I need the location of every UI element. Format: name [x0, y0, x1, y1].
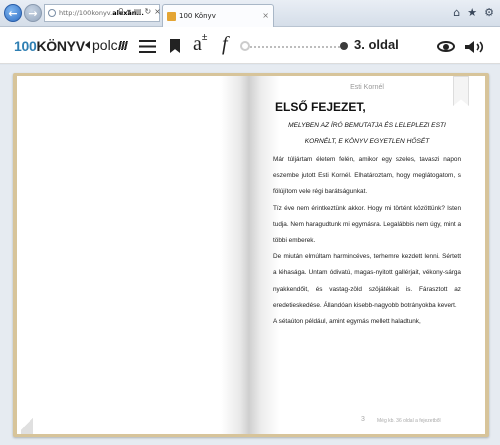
favorites-icon[interactable]: ★: [467, 6, 477, 19]
bookmark-icon[interactable]: [170, 39, 180, 53]
font-face-icon[interactable]: f: [222, 33, 228, 56]
paragraph: Már túljártam életem felén, amikor egy s…: [273, 156, 461, 196]
chapter-body: Már túljártam életem felén, amikor egy s…: [273, 152, 461, 330]
progress-slider-end: [340, 42, 348, 50]
home-icon[interactable]: ⌂: [453, 6, 460, 19]
chapter-title: ELSŐ FEJEZET,: [275, 100, 366, 114]
progress-slider-handle[interactable]: [240, 41, 250, 51]
menu-icon[interactable]: [139, 40, 156, 53]
dropdown-icon[interactable]: ▾: [127, 7, 131, 16]
reader-toolbar: 100KÖNYV polc a± f 3. oldal: [0, 27, 500, 64]
page-icon: [48, 9, 56, 17]
page-curl-corner[interactable]: [21, 414, 33, 434]
progress-slider-track[interactable]: [243, 46, 343, 48]
books-icon: [117, 40, 128, 50]
browser-chrome: ← → http://100konyv. alexan... ⚲ ▾ ▤ ↻ × …: [0, 0, 500, 27]
shelf-link[interactable]: polc: [85, 37, 128, 53]
bookmark-ribbon[interactable]: [453, 76, 469, 106]
favicon-icon: [167, 11, 176, 21]
eye-icon[interactable]: [437, 41, 455, 52]
settings-icon[interactable]: ⚙: [484, 6, 494, 19]
paragraph: Tíz éve nem érintkeztünk akkor. Hogy mi …: [273, 204, 461, 245]
arrow-right-icon: →: [28, 6, 38, 20]
reader-stage: Esti Kornél ELSŐ FEJEZET, MELYBEN AZ ÍRÓ…: [0, 65, 500, 445]
chapter-subtitle: MELYBEN AZ ÍRÓ BEMUTATJA ÉS LELEPLEZI ES…: [288, 122, 446, 145]
browser-tab[interactable]: 100 Könyv ×: [162, 4, 274, 27]
compat-icon[interactable]: ▤: [134, 7, 142, 16]
site-logo[interactable]: 100KÖNYV: [14, 38, 85, 54]
browser-actions: ⌂ ★ ⚙: [453, 6, 494, 19]
search-icon[interactable]: ⚲: [118, 7, 124, 16]
running-head: Esti Kornél: [350, 84, 384, 91]
paragraph: A sétaúton például, amint egymás mellett…: [273, 318, 421, 326]
arrow-left-icon: ←: [8, 6, 18, 20]
tab-title: 100 Könyv: [179, 12, 216, 20]
forward-button[interactable]: →: [24, 4, 42, 22]
page-indicator: 3. oldal: [354, 37, 399, 52]
address-tools: ⚲ ▾ ▤ ↻ ×: [118, 7, 161, 16]
refresh-icon[interactable]: ↻: [144, 7, 151, 16]
paragraph: De miután elmúltam harmincéves, terhemre…: [273, 253, 461, 309]
stop-icon[interactable]: ×: [154, 7, 161, 16]
right-page[interactable]: Esti Kornél ELSŐ FEJEZET, MELYBEN AZ ÍRÓ…: [249, 76, 485, 434]
shelf-label: polc: [92, 37, 118, 53]
page-number: 3: [361, 416, 365, 423]
back-button[interactable]: ←: [4, 4, 22, 22]
close-tab-icon[interactable]: ×: [262, 11, 269, 20]
left-page[interactable]: [17, 76, 249, 434]
volume-icon[interactable]: [464, 40, 486, 54]
address-prefix: http://100konyv.: [59, 9, 113, 17]
font-size-icon[interactable]: a±: [193, 32, 207, 56]
logo-number: 100: [14, 38, 37, 54]
book-spread: Esti Kornél ELSŐ FEJEZET, MELYBEN AZ ÍRÓ…: [13, 73, 489, 437]
back-triangle-icon: [85, 41, 90, 49]
logo-word: KÖNYV: [36, 38, 85, 54]
remaining-pages-note: Még kb. 36 oldal a fejezetből: [377, 418, 441, 424]
